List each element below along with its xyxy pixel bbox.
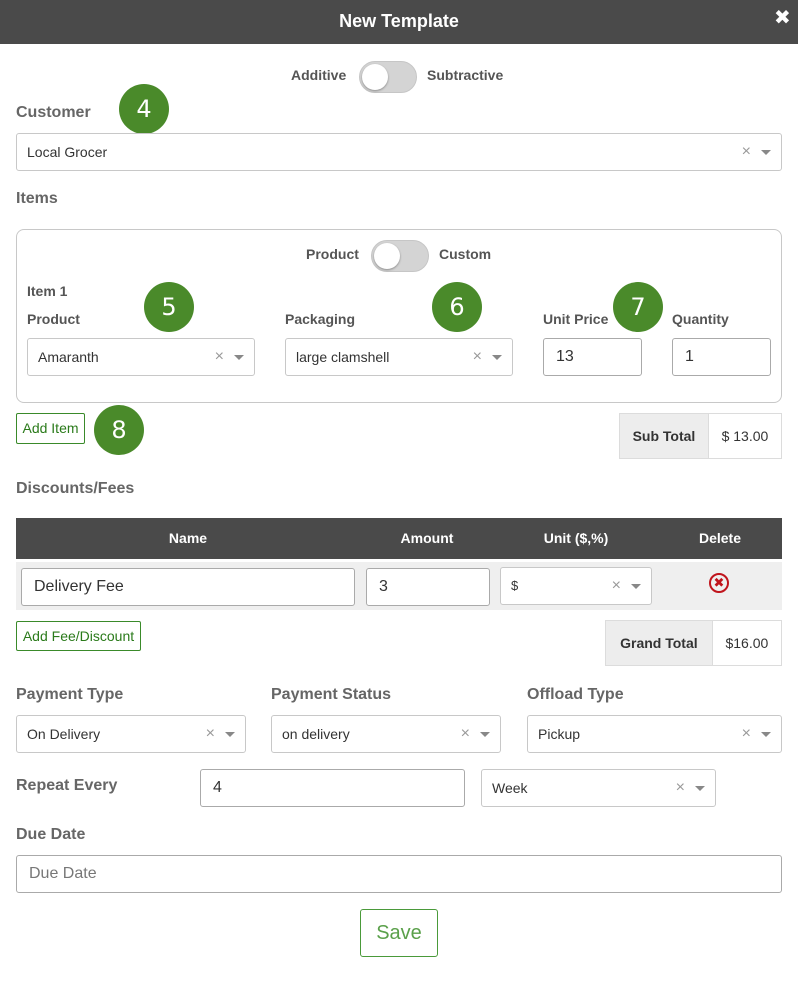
fees-table-header: Name Amount Unit ($,%) Delete: [16, 518, 782, 559]
clear-icon[interactable]: ×: [215, 339, 224, 375]
due-date-input[interactable]: Due Date: [16, 855, 782, 893]
clear-icon[interactable]: ×: [612, 568, 621, 604]
items-label: Items: [16, 190, 58, 207]
fee-name-input[interactable]: Delivery Fee: [21, 568, 355, 606]
repeat-unit-value: Week: [492, 780, 528, 796]
sub-total-value: $ 13.00: [708, 414, 781, 458]
clear-icon[interactable]: ×: [742, 134, 751, 170]
offload-type-value: Pickup: [538, 726, 581, 742]
product-select[interactable]: Amaranth ×: [27, 338, 255, 376]
payment-status-label: Payment Status: [271, 686, 392, 703]
offload-type-select[interactable]: Pickup ×: [527, 715, 782, 753]
additive-label: Additive: [291, 67, 347, 83]
payment-type-select[interactable]: On Delivery ×: [16, 715, 246, 753]
save-button[interactable]: Save: [360, 909, 438, 957]
grand-total-label: Grand Total: [606, 621, 713, 665]
custom-type-label: Custom: [439, 246, 492, 262]
due-date-label: Due Date: [16, 826, 86, 843]
subtractive-label: Subtractive: [427, 67, 504, 83]
clear-icon[interactable]: ×: [206, 716, 215, 752]
product-type-label: Product: [306, 246, 359, 262]
additive-subtractive-toggle[interactable]: [359, 61, 417, 93]
chevron-down-icon: [492, 355, 502, 360]
step-badge-8: 8: [94, 405, 144, 455]
clear-icon[interactable]: ×: [461, 716, 470, 752]
repeat-every-label: Repeat Every: [16, 777, 118, 794]
modal-titlebar: New Template ✖: [0, 0, 798, 44]
unit-price-input[interactable]: 13: [543, 338, 642, 376]
step-badge-4: 4: [119, 84, 169, 134]
step-badge-7: 7: [613, 282, 663, 332]
step-badge-6: 6: [432, 282, 482, 332]
chevron-down-icon: [631, 584, 641, 589]
chevron-down-icon: [225, 732, 235, 737]
add-fee-discount-button[interactable]: Add Fee/Discount: [16, 621, 141, 651]
repeat-unit-select[interactable]: Week ×: [481, 769, 716, 807]
unit-price-label: Unit Price: [543, 311, 609, 327]
quantity-input[interactable]: 1: [672, 338, 771, 376]
quantity-label: Quantity: [672, 311, 729, 327]
payment-status-value: on delivery: [282, 726, 350, 742]
step-badge-5: 5: [144, 282, 194, 332]
col-header-delete: Delete: [698, 530, 742, 546]
fee-unit-select[interactable]: $ ×: [500, 567, 652, 605]
col-header-amount: Amount: [400, 530, 454, 546]
fee-unit-value: $: [511, 578, 519, 593]
chevron-down-icon: [480, 732, 490, 737]
close-icon[interactable]: ✖: [774, 8, 791, 28]
sub-total-label: Sub Total: [620, 414, 709, 458]
col-header-name: Name: [168, 530, 208, 546]
packaging-label: Packaging: [285, 311, 356, 327]
packaging-value: large clamshell: [296, 349, 390, 365]
customer-value: Local Grocer: [27, 144, 108, 160]
chevron-down-icon: [761, 732, 771, 737]
clear-icon[interactable]: ×: [742, 716, 751, 752]
payment-status-select[interactable]: on delivery ×: [271, 715, 501, 753]
product-label: Product: [27, 311, 80, 327]
chevron-down-icon: [695, 786, 705, 791]
product-value: Amaranth: [38, 349, 99, 365]
chevron-down-icon: [234, 355, 244, 360]
toggle-knob: [362, 64, 388, 90]
packaging-select[interactable]: large clamshell ×: [285, 338, 513, 376]
sub-total-box: Sub Total $ 13.00: [619, 413, 782, 459]
repeat-interval-input[interactable]: 4: [200, 769, 465, 807]
chevron-down-icon: [761, 150, 771, 155]
discounts-fees-label: Discounts/Fees: [16, 480, 135, 497]
delete-icon[interactable]: ✖: [709, 573, 729, 593]
grand-total-box: Grand Total $16.00: [605, 620, 782, 666]
payment-type-value: On Delivery: [27, 726, 101, 742]
modal-title: New Template: [339, 11, 459, 31]
product-custom-toggle[interactable]: [371, 240, 429, 272]
offload-type-label: Offload Type: [527, 686, 624, 703]
grand-total-value: $16.00: [712, 621, 781, 665]
item-title: Item 1: [27, 283, 68, 299]
add-item-button[interactable]: Add Item: [16, 413, 85, 444]
fee-amount-input[interactable]: 3: [366, 568, 490, 606]
clear-icon[interactable]: ×: [473, 339, 482, 375]
customer-label: Customer: [16, 104, 91, 121]
payment-type-label: Payment Type: [16, 686, 124, 703]
clear-icon[interactable]: ×: [676, 770, 685, 806]
col-header-unit: Unit ($,%): [543, 530, 609, 546]
toggle-knob: [374, 243, 400, 269]
customer-select[interactable]: Local Grocer ×: [16, 133, 782, 171]
